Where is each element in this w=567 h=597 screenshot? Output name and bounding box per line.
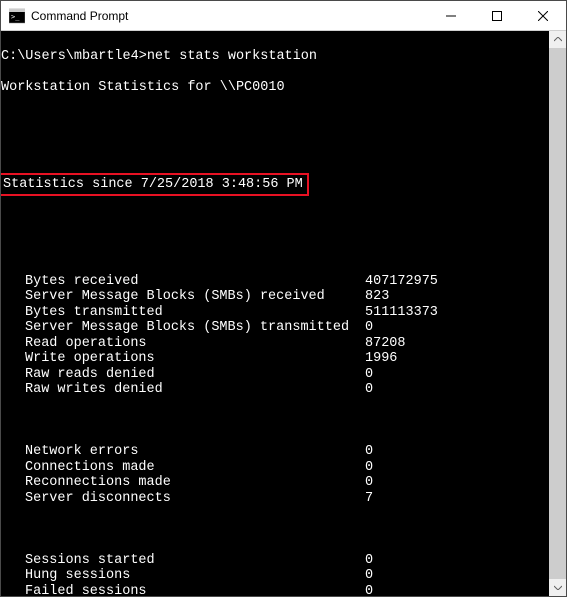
titlebar[interactable]: >_ Command Prompt [1, 1, 566, 31]
output-header: Workstation Statistics for \\PC0010 [1, 80, 549, 96]
scroll-up-button[interactable] [549, 31, 566, 48]
stat-label: Server Message Blocks (SMBs) transmitted [25, 320, 365, 336]
app-icon: >_ [9, 8, 25, 24]
statistics-since-highlight: Statistics since 7/25/2018 3:48:56 PM [1, 173, 309, 197]
stat-row: Raw reads denied0 [1, 367, 549, 383]
stat-label: Sessions started [25, 553, 365, 569]
stat-label: Network errors [25, 444, 365, 460]
stat-row: Raw writes denied0 [1, 382, 549, 398]
stat-row: Failed sessions0 [1, 584, 549, 597]
blank-line [1, 142, 549, 158]
window-controls [428, 1, 566, 30]
stat-label: Hung sessions [25, 568, 365, 584]
stats-block-3: Sessions started0Hung sessions0Failed se… [1, 553, 549, 597]
stat-row: Bytes transmitted511113373 [1, 305, 549, 321]
stat-row: Connections made0 [1, 460, 549, 476]
stat-value: 0 [365, 553, 373, 569]
stat-row: Server Message Blocks (SMBs) received823 [1, 289, 549, 305]
minimize-button[interactable] [428, 1, 474, 30]
stat-label: Bytes received [25, 274, 365, 290]
chevron-up-icon [554, 37, 562, 42]
content-area: C:\Users\mbartle4>net stats workstation … [1, 31, 566, 596]
stat-value: 407172975 [365, 274, 438, 290]
blank-line [1, 413, 549, 429]
vertical-scrollbar[interactable] [549, 31, 566, 596]
command-text: net stats workstation [147, 49, 317, 64]
stat-value: 0 [365, 568, 373, 584]
minimize-icon [446, 11, 456, 21]
terminal-output[interactable]: C:\Users\mbartle4>net stats workstation … [1, 31, 549, 596]
stat-value: 0 [365, 444, 373, 460]
stat-label: Server disconnects [25, 491, 365, 507]
blank-line [1, 522, 549, 538]
stat-value: 823 [365, 289, 389, 305]
stat-label: Write operations [25, 351, 365, 367]
stat-value: 0 [365, 460, 373, 476]
stat-value: 1996 [365, 351, 397, 367]
stats-block-2: Network errors0Connections made0Reconnec… [1, 444, 549, 506]
stat-label: Read operations [25, 336, 365, 352]
stat-value: 0 [365, 475, 373, 491]
stat-value: 87208 [365, 336, 406, 352]
highlight-row: Statistics since 7/25/2018 3:48:56 PM [1, 173, 549, 197]
stat-row: Network errors0 [1, 444, 549, 460]
scroll-down-button[interactable] [549, 579, 566, 596]
stat-value: 0 [365, 382, 373, 398]
blank-line [1, 212, 549, 228]
stat-row: Server disconnects7 [1, 491, 549, 507]
stat-row: Server Message Blocks (SMBs) transmitted… [1, 320, 549, 336]
chevron-down-icon [554, 585, 562, 590]
stat-value: 0 [365, 584, 373, 597]
blank-line [1, 243, 549, 259]
stat-row: Write operations1996 [1, 351, 549, 367]
stat-label: Raw writes denied [25, 382, 365, 398]
stat-row: Hung sessions0 [1, 568, 549, 584]
stats-block-1: Bytes received407172975Server Message Bl… [1, 274, 549, 398]
stat-row: Read operations87208 [1, 336, 549, 352]
stat-row: Sessions started0 [1, 553, 549, 569]
stat-label: Bytes transmitted [25, 305, 365, 321]
window-title: Command Prompt [31, 9, 428, 23]
stat-label: Reconnections made [25, 475, 365, 491]
stat-label: Failed sessions [25, 584, 365, 597]
scroll-thumb[interactable] [549, 48, 566, 579]
stat-value: 511113373 [365, 305, 438, 321]
stat-row: Reconnections made0 [1, 475, 549, 491]
stat-value: 7 [365, 491, 373, 507]
command-prompt-window: >_ Command Prompt C:\Users\mbartle4>net … [0, 0, 567, 597]
close-button[interactable] [520, 1, 566, 30]
prompt-line-1: C:\Users\mbartle4>net stats workstation [1, 49, 549, 65]
stat-value: 0 [365, 367, 373, 383]
stat-row: Bytes received407172975 [1, 274, 549, 290]
stat-label: Server Message Blocks (SMBs) received [25, 289, 365, 305]
prompt-path: C:\Users\mbartle4> [1, 49, 147, 64]
maximize-button[interactable] [474, 1, 520, 30]
close-icon [538, 11, 548, 21]
maximize-icon [492, 11, 502, 21]
stat-value: 0 [365, 320, 373, 336]
scroll-track[interactable] [549, 48, 566, 579]
stat-label: Connections made [25, 460, 365, 476]
blank-line [1, 111, 549, 127]
stat-label: Raw reads denied [25, 367, 365, 383]
svg-text:>_: >_ [11, 13, 20, 21]
